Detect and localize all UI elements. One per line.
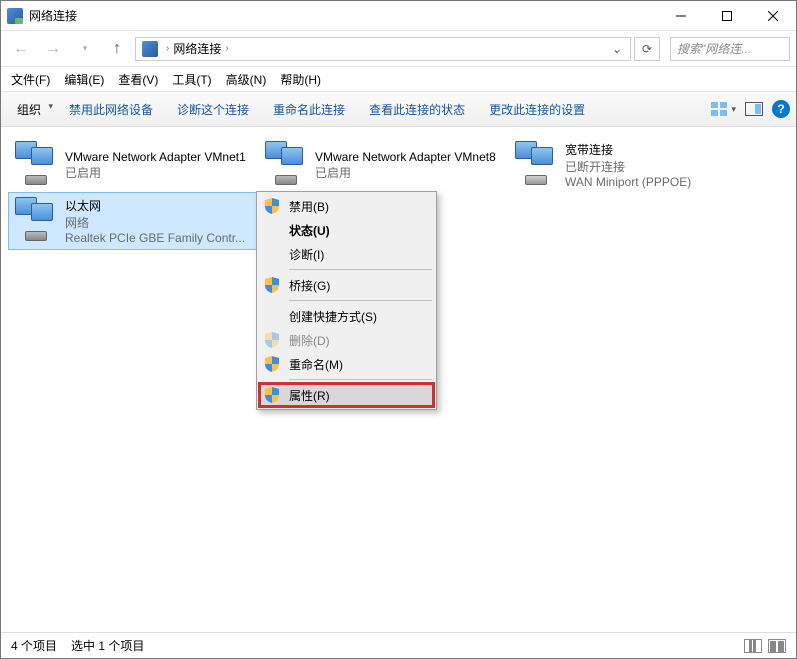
ctx-label: 创建快捷方式(S)	[289, 308, 377, 325]
adapter-name: VMware Network Adapter VMnet8	[315, 150, 496, 164]
network-adapter-icon	[15, 141, 59, 185]
shield-icon	[265, 387, 279, 403]
menu-advanced[interactable]: 高级(N)	[220, 69, 273, 90]
ctx-status[interactable]: 状态(U)	[259, 218, 434, 242]
shield-icon	[265, 332, 279, 348]
adapter-name: VMware Network Adapter VMnet1	[65, 150, 246, 164]
adapter-status: 已断开连接	[565, 158, 691, 175]
view-mode-dropdown[interactable]: ▾	[709, 99, 736, 119]
ctx-properties[interactable]: 属性(R)	[259, 383, 434, 407]
up-button[interactable]: ↑	[103, 35, 131, 63]
view-icon	[709, 99, 729, 119]
ctx-label: 诊断(I)	[289, 246, 324, 263]
breadcrumb-location[interactable]: 网络连接	[173, 40, 221, 57]
tool-status[interactable]: 查看此连接的状态	[357, 97, 477, 122]
titlebar: 网络连接	[1, 1, 796, 31]
menubar: 文件(F) 编辑(E) 查看(V) 工具(T) 高级(N) 帮助(H)	[1, 67, 796, 91]
back-button[interactable]: ←	[7, 35, 35, 63]
adapter-broadband[interactable]: 宽带连接 已断开连接 WAN Miniport (PPPOE)	[509, 137, 759, 193]
adapter-status: 已启用	[65, 164, 246, 181]
window-controls	[658, 1, 796, 30]
window-title: 网络连接	[29, 7, 658, 24]
search-input[interactable]: 搜索"网络连...	[670, 37, 790, 61]
context-menu: 禁用(B) 状态(U) 诊断(I) 桥接(G) 创建快捷方式(S) 删除(D) …	[256, 191, 437, 410]
help-button[interactable]: ?	[772, 100, 790, 118]
adapter-status: 已启用	[315, 164, 496, 181]
toolbar: 组织 禁用此网络设备 诊断这个连接 重命名此连接 查看此连接的状态 更改此连接的…	[1, 91, 796, 127]
ctx-bridge[interactable]: 桥接(G)	[259, 273, 434, 297]
address-dropdown[interactable]: ⌄	[606, 42, 628, 56]
network-adapter-icon	[265, 141, 309, 185]
ctx-label: 删除(D)	[289, 332, 330, 349]
ctx-rename[interactable]: 重命名(M)	[259, 352, 434, 376]
adapter-device: WAN Miniport (PPPOE)	[565, 175, 691, 189]
ctx-label: 桥接(G)	[289, 277, 330, 294]
search-placeholder: 搜索"网络连...	[677, 40, 751, 57]
status-count: 4 个项目	[11, 637, 57, 654]
menu-help[interactable]: 帮助(H)	[274, 69, 327, 90]
menu-view[interactable]: 查看(V)	[112, 69, 164, 90]
ctx-disable[interactable]: 禁用(B)	[259, 194, 434, 218]
organize-dropdown[interactable]: 组织	[7, 97, 57, 122]
tool-settings[interactable]: 更改此连接的设置	[477, 97, 597, 122]
adapter-vmnet8[interactable]: VMware Network Adapter VMnet8 已启用	[259, 137, 509, 193]
forward-button[interactable]: →	[39, 35, 67, 63]
minimize-button[interactable]	[658, 1, 704, 30]
shield-icon	[265, 356, 279, 372]
adapter-name: 以太网	[65, 197, 245, 214]
breadcrumb-sep: ›	[166, 43, 169, 54]
ctx-separator	[289, 379, 432, 380]
ctx-shortcut[interactable]: 创建快捷方式(S)	[259, 304, 434, 328]
ctx-label: 重命名(M)	[289, 356, 343, 373]
details-view-button[interactable]	[744, 639, 762, 653]
adapter-device: Realtek PCIe GBE Family Contr...	[65, 231, 245, 245]
app-icon	[7, 8, 23, 24]
adapter-status: 网络	[65, 214, 245, 231]
refresh-button[interactable]: ⟳	[634, 37, 660, 61]
breadcrumb-sep: ›	[225, 43, 228, 54]
menu-tools[interactable]: 工具(T)	[166, 69, 217, 90]
location-icon	[142, 41, 158, 57]
large-icons-view-button[interactable]	[768, 639, 786, 653]
ctx-label: 状态(U)	[289, 222, 330, 239]
ctx-diagnose[interactable]: 诊断(I)	[259, 242, 434, 266]
broadband-icon	[515, 141, 559, 185]
close-button[interactable]	[750, 1, 796, 30]
tool-diagnose[interactable]: 诊断这个连接	[165, 97, 261, 122]
address-bar[interactable]: › 网络连接 › ⌄	[135, 37, 631, 61]
adapter-vmnet1[interactable]: VMware Network Adapter VMnet1 已启用	[9, 137, 259, 193]
shield-icon	[265, 277, 279, 293]
maximize-button[interactable]	[704, 1, 750, 30]
preview-pane-button[interactable]	[744, 99, 764, 119]
chevron-down-icon: ▾	[731, 104, 736, 115]
adapter-name: 宽带连接	[565, 141, 691, 158]
ctx-label: 禁用(B)	[289, 198, 329, 215]
ctx-label: 属性(R)	[289, 387, 330, 404]
adapter-ethernet[interactable]: 以太网 网络 Realtek PCIe GBE Family Contr...	[9, 193, 259, 249]
navbar: ← → ▾ ↑ › 网络连接 › ⌄ ⟳ 搜索"网络连...	[1, 31, 796, 67]
ctx-separator	[289, 269, 432, 270]
menu-file[interactable]: 文件(F)	[5, 69, 56, 90]
recent-dropdown[interactable]: ▾	[71, 35, 99, 63]
network-adapter-icon	[15, 197, 59, 241]
shield-icon	[265, 198, 279, 214]
status-selected: 选中 1 个项目	[71, 637, 144, 654]
statusbar: 4 个项目 选中 1 个项目	[1, 632, 796, 658]
ctx-separator	[289, 300, 432, 301]
tool-disable[interactable]: 禁用此网络设备	[57, 97, 165, 122]
ctx-delete: 删除(D)	[259, 328, 434, 352]
menu-edit[interactable]: 编辑(E)	[58, 69, 110, 90]
tool-rename[interactable]: 重命名此连接	[261, 97, 357, 122]
